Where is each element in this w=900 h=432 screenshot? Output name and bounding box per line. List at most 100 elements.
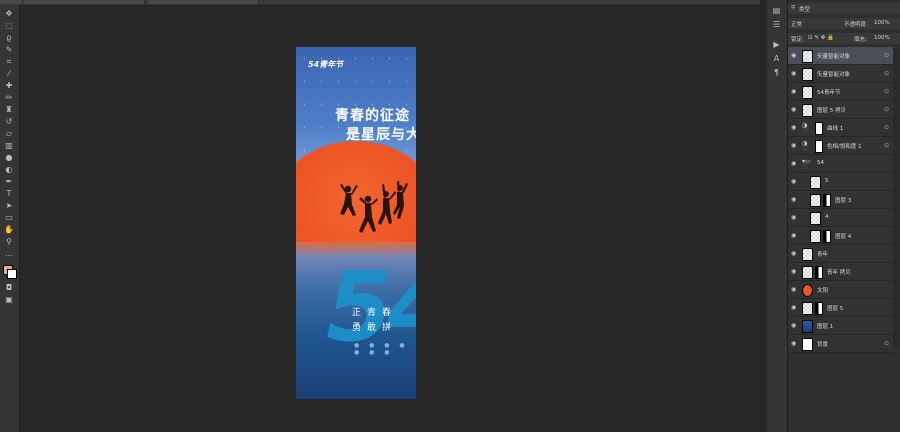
layer-name[interactable]: 矢量智能对象 (817, 70, 850, 78)
layer-mask-thumbnail[interactable] (823, 230, 831, 243)
layer-row[interactable]: ◉ ◑ 曲线 1 ⊙ (788, 119, 893, 137)
character-panel-icon[interactable]: A (771, 54, 782, 63)
layer-name[interactable]: 太阳 (817, 286, 828, 294)
shape-icon[interactable]: ▭ (3, 213, 15, 223)
layer-row[interactable]: ◉ ◑ 色相/饱和度 1 ⊙ (788, 137, 893, 155)
visibility-eye-icon[interactable]: ◉ (791, 142, 796, 149)
layer-name[interactable]: 4 (825, 214, 829, 220)
visibility-eye-icon[interactable]: ◉ (791, 88, 796, 95)
brush-icon[interactable]: ✏ (3, 93, 15, 103)
layer-row[interactable]: ◉ 矢量智能对象 ⊙ (788, 65, 893, 83)
layer-mask-thumbnail[interactable] (815, 140, 823, 153)
blur-icon[interactable]: ● (3, 153, 15, 163)
layer-row[interactable]: ◉ 矢量智能对象 ⊙ (788, 47, 893, 65)
layer-thumbnail (802, 284, 813, 297)
layer-name[interactable]: 54青年节 (817, 88, 841, 96)
crop-icon[interactable]: ⌗ (3, 57, 15, 67)
options-bar-segment[interactable] (148, 0, 259, 4)
quick-select-icon[interactable]: ✎ (3, 45, 15, 55)
visibility-eye-icon[interactable]: ◉ (791, 268, 796, 275)
layer-name[interactable]: 曲线 1 (827, 124, 843, 132)
layer-name[interactable]: 54 (817, 160, 824, 166)
visibility-eye-icon[interactable]: ◉ (791, 70, 796, 77)
layer-mask-thumbnail[interactable] (815, 266, 823, 279)
layer-name[interactable]: 图层 1 (817, 322, 833, 330)
visibility-eye-icon[interactable]: ◉ (791, 232, 796, 239)
properties-panel-icon[interactable]: ☰ (771, 20, 782, 29)
layer-row[interactable]: ◉ 54青年节 ⊙ (788, 83, 893, 101)
hand-icon[interactable]: ✋ (3, 225, 15, 235)
layer-row[interactable]: ◉ 图层 4 (788, 227, 893, 245)
healing-icon[interactable]: ✚ (3, 81, 15, 91)
layer-mask-thumbnail[interactable] (823, 194, 831, 207)
layer-row[interactable]: ◉ 图层 5 (788, 299, 893, 317)
visibility-eye-icon[interactable]: ◉ (791, 160, 796, 167)
layer-row[interactable]: ◉ 图层 3 (788, 191, 893, 209)
type-icon[interactable]: T (3, 189, 15, 199)
visibility-eye-icon[interactable]: ◉ (791, 304, 796, 311)
options-bar-segment[interactable] (0, 0, 23, 4)
visibility-eye-icon[interactable]: ◉ (791, 178, 796, 185)
marquee-icon[interactable]: ⬚ (3, 21, 15, 31)
layer-row[interactable]: ◉ 背景 ⊙ (788, 335, 893, 353)
visibility-eye-icon[interactable]: ◉ (791, 214, 796, 221)
pen-icon[interactable]: ✒ (3, 177, 15, 187)
zoom-icon[interactable]: ⚲ (3, 237, 15, 247)
paragraph-panel-icon[interactable]: ¶ (771, 68, 782, 77)
visibility-eye-icon[interactable]: ◉ (791, 106, 796, 113)
layer-row[interactable]: ◉ 5 (788, 173, 893, 191)
canvas-area[interactable]: 54青年节 青春的征途 是星辰与大海 54 正青春 勇敢拼 ● ● ● ● ● … (20, 6, 766, 432)
layers-scrollbar[interactable] (893, 48, 900, 348)
layer-row[interactable]: ◉ 图层 5 拷贝 ⊙ (788, 101, 893, 119)
visibility-eye-icon[interactable]: ◉ (791, 250, 796, 257)
history-panel-icon[interactable]: ▤ (771, 6, 782, 15)
history-brush-icon[interactable]: ↺ (3, 117, 15, 127)
dodge-icon[interactable]: ◐ (3, 165, 15, 175)
blend-mode-select[interactable]: 正常 (791, 20, 802, 28)
layer-filter-row[interactable]: ⚲ 类型 (788, 3, 900, 14)
layer-name[interactable]: 青年 (817, 250, 828, 258)
screen-mode-icon[interactable]: ▣ (3, 295, 15, 305)
actions-panel-icon[interactable]: ▶ (771, 40, 782, 49)
layer-row[interactable]: ◉ 图层 1 (788, 317, 893, 335)
document-canvas[interactable]: 54青年节 青春的征途 是星辰与大海 54 正青春 勇敢拼 ● ● ● ● ● … (296, 47, 416, 399)
layer-name[interactable]: 图层 3 (835, 196, 851, 204)
eyedropper-icon[interactable]: ⁄ (3, 69, 15, 79)
quick-mask-icon[interactable]: ◘ (3, 283, 15, 293)
layer-row[interactable]: ◉ 青年 拷贝 (788, 263, 893, 281)
layer-mask-thumbnail[interactable] (815, 302, 823, 315)
layer-name[interactable]: 5 (825, 178, 829, 184)
layer-name[interactable]: 图层 5 拷贝 (817, 106, 846, 114)
visibility-eye-icon[interactable]: ◉ (791, 196, 796, 203)
more-icon[interactable]: … (3, 249, 15, 259)
layer-name[interactable]: 图层 4 (835, 232, 851, 240)
layer-row[interactable]: ◉ ▾▭ 54 (788, 155, 893, 173)
layer-row[interactable]: ◉ 太阳 (788, 281, 893, 299)
layer-name[interactable]: 青年 拷贝 (827, 268, 851, 276)
layer-name[interactable]: 背景 (817, 340, 828, 348)
lasso-icon[interactable]: ϱ (3, 33, 15, 43)
layer-name[interactable]: 色相/饱和度 1 (827, 142, 862, 150)
move-icon[interactable]: ✥ (3, 9, 15, 19)
options-bar-segment[interactable] (24, 0, 145, 4)
gradient-icon[interactable]: ▥ (3, 141, 15, 151)
background-color-swatch[interactable] (7, 269, 17, 279)
layer-name[interactable]: 图层 5 (827, 304, 843, 312)
fill-field[interactable]: 100% (874, 35, 890, 41)
visibility-eye-icon[interactable]: ◉ (791, 52, 796, 59)
lock-icons[interactable]: ⊡ ✎ ✥ 🔒 (808, 35, 834, 41)
path-select-icon[interactable]: ➤ (3, 201, 15, 211)
layer-row[interactable]: ◉ 青年 (788, 245, 893, 263)
poster-logo: 54青年节 (308, 60, 344, 69)
opacity-field[interactable]: 100% (874, 20, 890, 26)
layer-filter-type[interactable]: 类型 (799, 5, 810, 13)
visibility-eye-icon[interactable]: ◉ (791, 124, 796, 131)
eraser-icon[interactable]: ▱ (3, 129, 15, 139)
visibility-eye-icon[interactable]: ◉ (791, 340, 796, 347)
stamp-icon[interactable]: ♜ (3, 105, 15, 115)
visibility-eye-icon[interactable]: ◉ (791, 322, 796, 329)
layer-mask-thumbnail[interactable] (815, 122, 823, 135)
layer-name[interactable]: 矢量智能对象 (817, 52, 850, 60)
layer-row[interactable]: ◉ 4 (788, 209, 893, 227)
visibility-eye-icon[interactable]: ◉ (791, 286, 796, 293)
